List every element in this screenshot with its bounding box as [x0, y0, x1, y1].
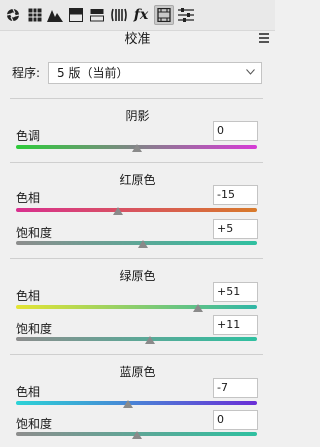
blue-primary-hue-value-field[interactable]: -7	[213, 378, 258, 398]
blue-primary-hue-label: 色相	[16, 385, 41, 399]
green-primary-hue-value-field[interactable]: +51	[213, 282, 258, 302]
red-primary-hue-value-field[interactable]: -15	[213, 185, 258, 205]
red-primary-saturation-slider-track[interactable]	[16, 241, 257, 245]
blue-primary-saturation-slider-thumb[interactable]	[131, 431, 142, 439]
green-primary-hue-slider-thumb[interactable]	[192, 304, 203, 312]
red-primary-saturation-value-field[interactable]: +5	[213, 219, 258, 239]
green-primary-saturation-slider-track[interactable]	[16, 337, 257, 341]
green-primary-saturation-slider-thumb[interactable]	[144, 336, 155, 344]
green-primary-saturation-value-field[interactable]: +11	[213, 315, 258, 335]
split-tone-icon[interactable]	[66, 5, 86, 25]
shadows-tint-value-field[interactable]: 0	[213, 121, 258, 141]
process-label: 程序:	[12, 66, 41, 80]
panel-title: 校准	[124, 32, 151, 47]
grid-icon[interactable]	[25, 5, 45, 25]
green-primary-hue-slider-track[interactable]	[16, 305, 257, 309]
red-primary-hue-slider-track[interactable]	[16, 208, 257, 212]
section-divider	[10, 162, 263, 163]
aperture-icon[interactable]	[3, 5, 23, 25]
red-primary-hue-slider-thumb[interactable]	[113, 207, 124, 215]
chevron-down-icon	[246, 69, 255, 75]
red-primary-saturation-slider-thumb[interactable]	[137, 240, 148, 248]
panel-menu-icon[interactable]	[259, 33, 269, 45]
green-primary-hue-label: 色相	[16, 289, 41, 303]
process-version-select[interactable]: 5 版（当前）	[48, 62, 262, 84]
fx-icon[interactable]: fx	[131, 5, 151, 25]
red-primary-saturation-label: 饱和度	[16, 226, 53, 240]
blue-primary-hue-slider-track[interactable]	[16, 401, 257, 405]
green-primary-saturation-label: 饱和度	[16, 322, 53, 336]
presets-sliders-icon[interactable]	[176, 5, 196, 25]
detail-icon[interactable]	[87, 5, 107, 25]
lens-icon[interactable]	[109, 5, 129, 25]
shadows-tint-slider-thumb[interactable]	[131, 144, 142, 152]
red-primary-hue-label: 色相	[16, 191, 41, 205]
section-divider	[10, 354, 263, 355]
section-divider	[10, 258, 263, 259]
section-divider	[10, 98, 263, 99]
blue-primary-saturation-value-field[interactable]: 0	[213, 410, 258, 430]
camera-calibration-icon[interactable]	[154, 5, 174, 25]
mountain-icon[interactable]	[45, 5, 65, 25]
blue-primary-saturation-label: 饱和度	[16, 417, 53, 431]
process-value: 5 版（当前）	[57, 66, 129, 80]
blue-primary-hue-slider-thumb[interactable]	[123, 400, 134, 408]
panel-toolbar: fx	[0, 0, 275, 31]
shadows-tint-label: 色调	[16, 129, 41, 143]
